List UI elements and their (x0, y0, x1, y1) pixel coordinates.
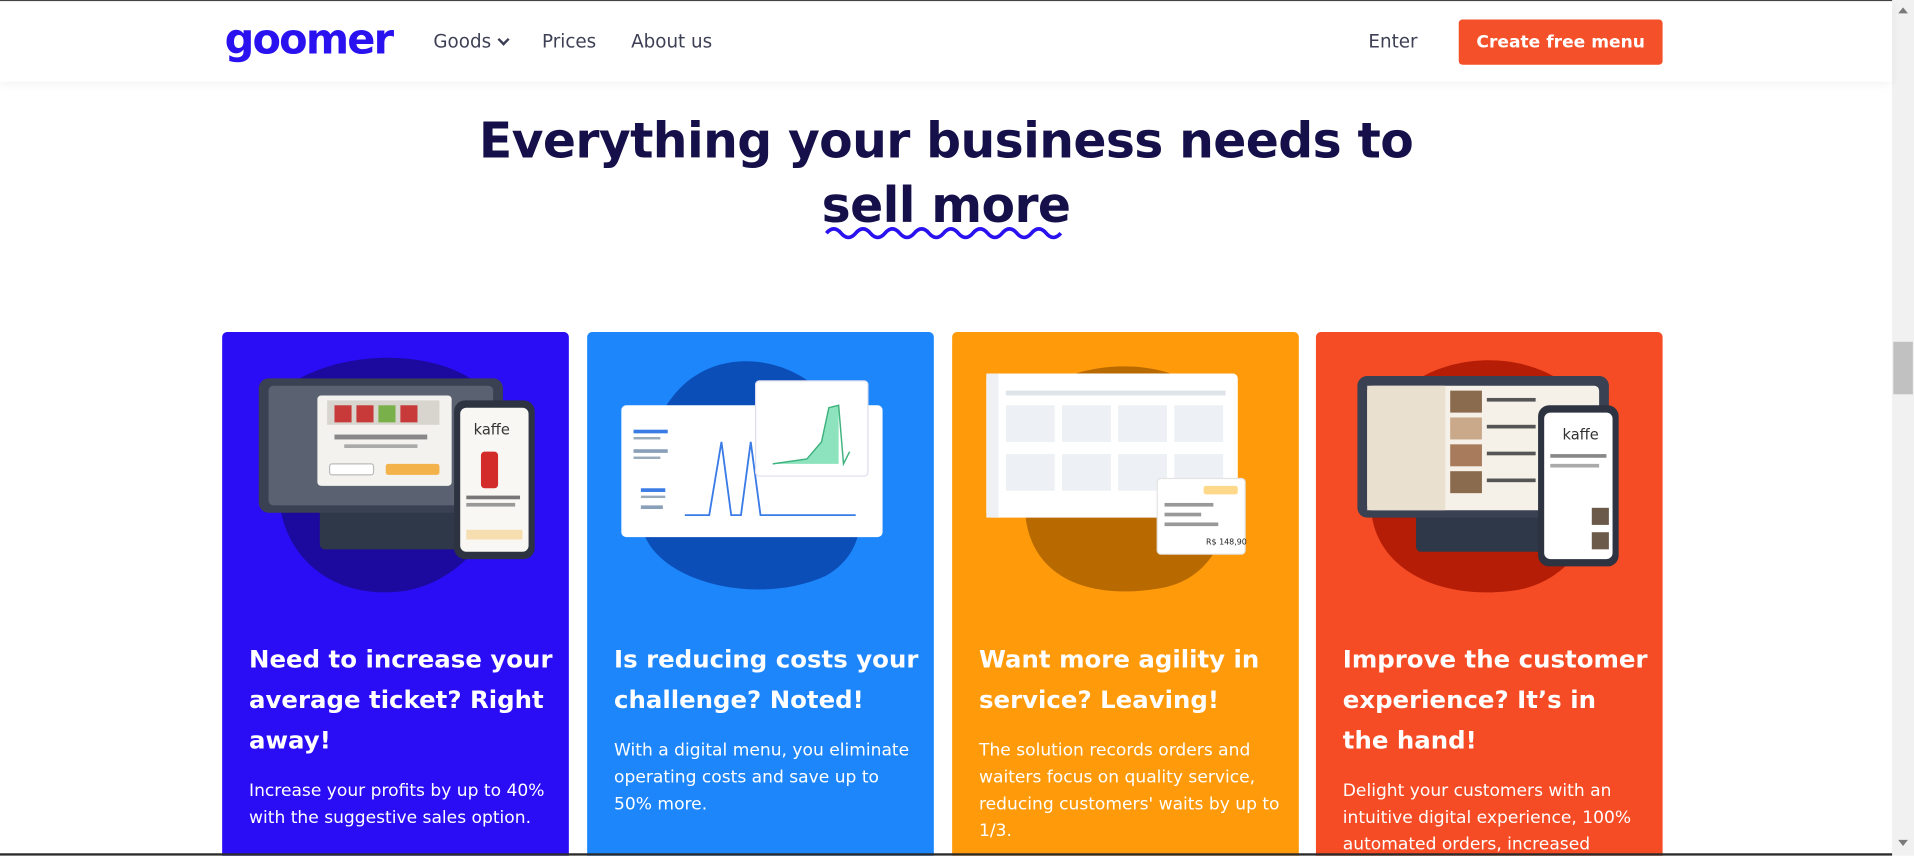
nav-enter[interactable]: Enter (1368, 31, 1417, 53)
card-text: Delight your customers with an intuitive… (1342, 781, 1632, 855)
vertical-scrollbar[interactable] (1892, 0, 1914, 856)
feature-card-reducing-costs: Is reducing costs your challenge? Noted!… (587, 332, 934, 856)
create-free-menu-button[interactable]: Create free menu (1458, 19, 1663, 65)
hero-heading-line1: Everything your business needs to (478, 113, 1414, 170)
chevron-down-icon (497, 33, 510, 46)
scrollbar-thumb[interactable] (1893, 341, 1913, 395)
navbar: goomer Goods Prices About us Enter Creat… (0, 1, 1893, 82)
scroll-down-icon[interactable] (1898, 839, 1908, 846)
card-title: Is reducing costs your challenge? Noted! (614, 644, 919, 715)
kaffe-logo-text: kaffe (1562, 426, 1598, 443)
dashboard-chart-illustration (621, 361, 883, 590)
card-title: Improve the customer experience? It’s in… (1342, 644, 1648, 755)
card-title: Need to increase your average ticket? Ri… (249, 644, 553, 755)
nav-goods-label: Goods (433, 30, 492, 53)
orders-screen-illustration: R$ 148,90 (986, 366, 1247, 592)
bottom-border (0, 853, 1893, 856)
menu-tablet-illustration: kaffe (1357, 360, 1619, 593)
feature-card-agility: R$ 148,90 Want more agility in service? … (952, 332, 1299, 856)
card-text: The solution records orders and waiters … (979, 740, 1280, 842)
nav-about-us[interactable]: About us (631, 31, 712, 53)
squiggle-underline (825, 227, 1063, 240)
card-text: Increase your profits by up to 40% with … (249, 781, 545, 828)
goomer-logo[interactable]: goomer (225, 16, 394, 65)
scroll-up-icon[interactable] (1898, 7, 1908, 14)
nav-prices[interactable]: Prices (542, 31, 596, 53)
card-title: Want more agility in service? Leaving! (979, 644, 1260, 715)
feature-card-customer-experience: kaffe Improve the customer experience? I… (1315, 332, 1663, 856)
page: goomer Goods Prices About us Enter Creat… (0, 0, 1914, 856)
feature-card-average-ticket: kaffe Need to increase your average tick… (222, 332, 569, 856)
tablet-phone-illustration: kaffe (258, 357, 535, 593)
card-text: With a digital menu, you eliminate opera… (614, 740, 910, 815)
nav-goods[interactable]: Goods (433, 30, 510, 53)
order-total: R$ 148,90 (1206, 537, 1247, 546)
kaffe-logo-text: kaffe (474, 422, 510, 439)
